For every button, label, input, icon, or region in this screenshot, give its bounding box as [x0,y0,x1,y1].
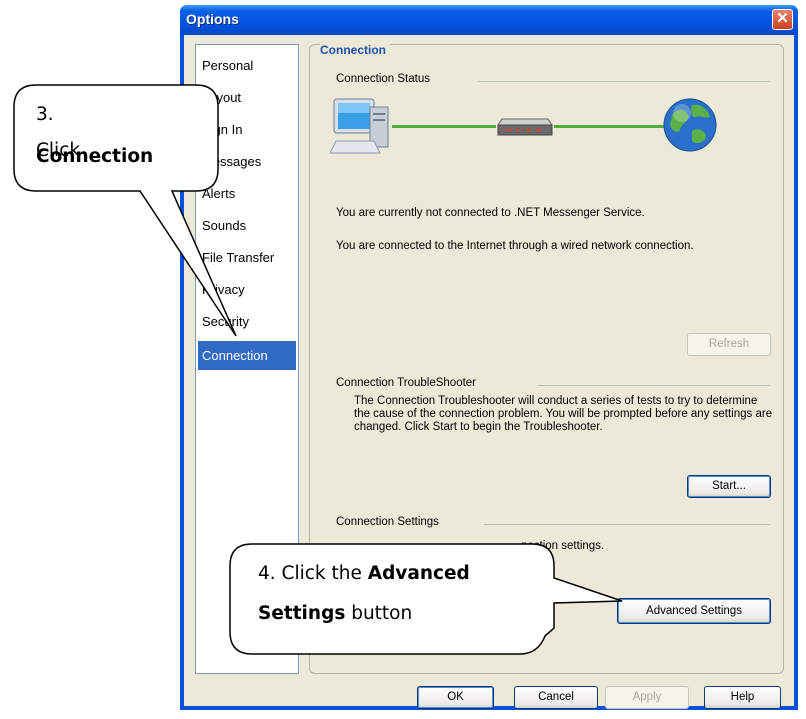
callout-step-4-suffix: button [345,603,413,624]
callout-step-4-line1: 4. Click the Advanced [258,556,470,592]
callout-step-4-bold2: Settings [258,603,346,624]
callout-step-4-line2: Settings button [258,596,412,632]
callout-step-4-prefix: 4. Click the [258,563,368,584]
callout-step-4-bold1: Advanced [367,563,470,584]
